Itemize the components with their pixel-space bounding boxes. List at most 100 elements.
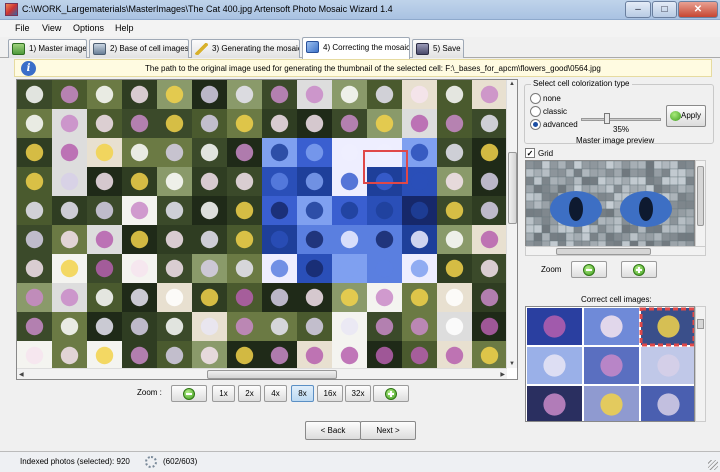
mosaic-cell[interactable] bbox=[437, 254, 472, 283]
mosaic-cell[interactable] bbox=[367, 109, 402, 138]
mosaic-cell[interactable] bbox=[402, 80, 437, 109]
mosaic-cell[interactable] bbox=[367, 283, 402, 312]
mosaic-cell[interactable] bbox=[367, 341, 402, 368]
mosaic-cell[interactable] bbox=[122, 283, 157, 312]
mosaic-cell[interactable] bbox=[437, 225, 472, 254]
mosaic-cell[interactable] bbox=[157, 225, 192, 254]
mosaic-cell[interactable] bbox=[87, 312, 122, 341]
resize-grip[interactable] bbox=[708, 460, 718, 470]
mosaic-cell[interactable] bbox=[472, 167, 507, 196]
mosaic-cell[interactable] bbox=[472, 138, 507, 167]
mosaic-cell[interactable] bbox=[297, 196, 332, 225]
mosaic-cell[interactable] bbox=[332, 225, 367, 254]
zoom-32x-button[interactable]: 32x bbox=[345, 385, 371, 402]
mosaic-cell[interactable] bbox=[297, 254, 332, 283]
mosaic-cell[interactable] bbox=[332, 283, 367, 312]
mosaic-cell[interactable] bbox=[262, 80, 297, 109]
mosaic-cell[interactable] bbox=[262, 341, 297, 368]
mosaic-cell[interactable] bbox=[227, 196, 262, 225]
zoom-8x-button[interactable]: 8x bbox=[291, 385, 314, 402]
tab-base-of-cell-images[interactable]: 2) Base of cell images bbox=[89, 39, 189, 58]
back-button[interactable]: < Back bbox=[305, 421, 361, 440]
cell-candidate[interactable] bbox=[527, 386, 582, 422]
mosaic-cell[interactable] bbox=[52, 225, 87, 254]
mosaic-view[interactable]: ▲ ▼ ◀ ▶ bbox=[16, 79, 518, 380]
mosaic-cell[interactable] bbox=[297, 341, 332, 368]
radio-classic[interactable] bbox=[530, 106, 541, 117]
mosaic-cell[interactable] bbox=[227, 283, 262, 312]
mosaic-cell[interactable] bbox=[17, 109, 52, 138]
preview-horizontal-scrollbar[interactable] bbox=[525, 246, 706, 256]
mosaic-cell[interactable] bbox=[227, 80, 262, 109]
mosaic-cell[interactable] bbox=[227, 254, 262, 283]
mosaic-cell[interactable] bbox=[17, 80, 52, 109]
mosaic-cell[interactable] bbox=[52, 254, 87, 283]
cell-candidate[interactable] bbox=[527, 347, 582, 384]
mosaic-cell[interactable] bbox=[192, 225, 227, 254]
mosaic-cell[interactable] bbox=[192, 283, 227, 312]
zoom-out-button[interactable] bbox=[171, 385, 207, 402]
mosaic-cell[interactable] bbox=[367, 312, 402, 341]
mosaic-cell[interactable] bbox=[87, 196, 122, 225]
mosaic-cell[interactable] bbox=[367, 254, 402, 283]
next-button[interactable]: Next > bbox=[360, 421, 416, 440]
mosaic-cell[interactable] bbox=[262, 254, 297, 283]
mosaic-cell[interactable] bbox=[192, 138, 227, 167]
mosaic-cell[interactable] bbox=[297, 80, 332, 109]
mosaic-cell[interactable] bbox=[52, 138, 87, 167]
mosaic-cell[interactable] bbox=[192, 80, 227, 109]
mosaic-cell[interactable] bbox=[17, 341, 52, 368]
mosaic-cell[interactable] bbox=[52, 341, 87, 368]
cell-candidate[interactable] bbox=[641, 308, 695, 345]
zoom-4x-button[interactable]: 4x bbox=[264, 385, 287, 402]
scroll-right-icon[interactable]: ▶ bbox=[500, 371, 505, 378]
mosaic-cell[interactable] bbox=[332, 312, 367, 341]
mosaic-cell[interactable] bbox=[157, 196, 192, 225]
mosaic-cell[interactable] bbox=[402, 109, 437, 138]
cell-candidate[interactable] bbox=[641, 347, 695, 384]
mosaic-cell[interactable] bbox=[297, 283, 332, 312]
radio-advanced[interactable] bbox=[530, 119, 541, 130]
mosaic-cell[interactable] bbox=[472, 254, 507, 283]
mosaic-cell[interactable] bbox=[297, 225, 332, 254]
mosaic-cell[interactable] bbox=[122, 196, 157, 225]
master-image-preview[interactable] bbox=[525, 160, 695, 255]
mosaic-canvas[interactable] bbox=[17, 80, 507, 368]
mosaic-cell[interactable] bbox=[52, 167, 87, 196]
mosaic-cell[interactable] bbox=[332, 254, 367, 283]
mosaic-cell[interactable] bbox=[297, 312, 332, 341]
apply-button[interactable]: Apply bbox=[666, 105, 706, 127]
mosaic-cell[interactable] bbox=[402, 225, 437, 254]
mosaic-cell[interactable] bbox=[122, 254, 157, 283]
preview-vertical-scrollbar[interactable] bbox=[695, 160, 706, 255]
cell-candidates-grid[interactable] bbox=[526, 307, 695, 422]
mosaic-cell[interactable] bbox=[297, 167, 332, 196]
zoom-in-button[interactable] bbox=[373, 385, 409, 402]
mosaic-cell[interactable] bbox=[437, 138, 472, 167]
menu-view[interactable]: View bbox=[42, 23, 61, 33]
mosaic-cell[interactable] bbox=[122, 341, 157, 368]
mosaic-cell[interactable] bbox=[87, 225, 122, 254]
cell-candidate[interactable] bbox=[584, 308, 639, 345]
mosaic-horizontal-scroll-thumb[interactable] bbox=[207, 370, 337, 379]
cell-candidate[interactable] bbox=[641, 386, 695, 422]
mosaic-cell[interactable] bbox=[192, 254, 227, 283]
mosaic-cell[interactable] bbox=[122, 80, 157, 109]
mosaic-cell[interactable] bbox=[472, 341, 507, 368]
scroll-down-icon[interactable]: ▼ bbox=[509, 361, 515, 367]
mosaic-cell[interactable] bbox=[472, 283, 507, 312]
mosaic-cell[interactable] bbox=[332, 80, 367, 109]
mosaic-cell[interactable] bbox=[262, 283, 297, 312]
mosaic-cell[interactable] bbox=[87, 167, 122, 196]
mosaic-cell[interactable] bbox=[52, 312, 87, 341]
mosaic-cell[interactable] bbox=[437, 109, 472, 138]
mosaic-cell[interactable] bbox=[157, 80, 192, 109]
tab-generating-the-mosaic[interactable]: 3) Generating the mosaic bbox=[191, 39, 300, 58]
mosaic-cell[interactable] bbox=[157, 312, 192, 341]
mosaic-cell[interactable] bbox=[332, 109, 367, 138]
mosaic-cell[interactable] bbox=[17, 283, 52, 312]
mosaic-cell[interactable] bbox=[192, 196, 227, 225]
zoom-1x-button[interactable]: 1x bbox=[212, 385, 235, 402]
mosaic-cell[interactable] bbox=[402, 341, 437, 368]
mosaic-cell[interactable] bbox=[157, 254, 192, 283]
